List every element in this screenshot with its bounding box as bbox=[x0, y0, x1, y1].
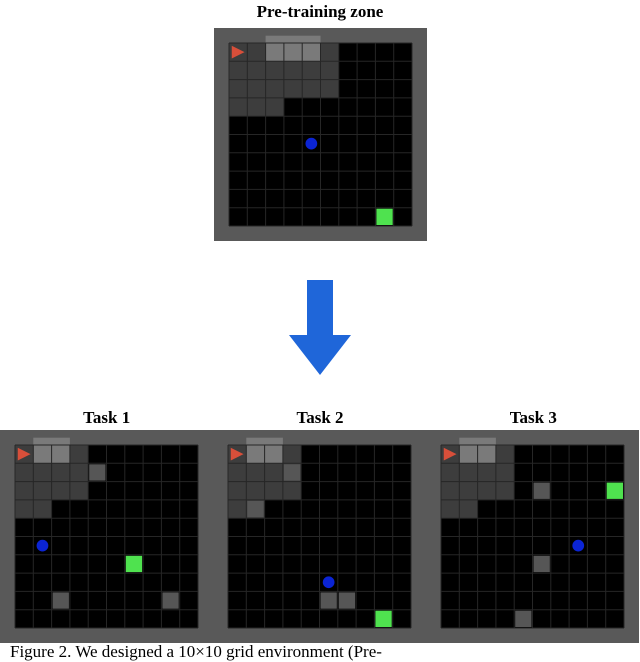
task3-title: Task 3 bbox=[427, 408, 640, 428]
arrow-down-icon bbox=[289, 280, 351, 375]
pretrain-grid bbox=[214, 28, 427, 241]
task2-title: Task 2 bbox=[213, 408, 426, 428]
task1-title: Task 1 bbox=[0, 408, 213, 428]
figure-caption: Figure 2. We designed a 10×10 grid envir… bbox=[10, 642, 630, 662]
task3-grid bbox=[426, 430, 639, 643]
task-title-row: Task 1 Task 2 Task 3 bbox=[0, 408, 640, 428]
task1-grid bbox=[0, 430, 213, 643]
task2-grid bbox=[213, 430, 426, 643]
pretrain-title: Pre-training zone bbox=[0, 2, 640, 22]
task-grid-row bbox=[0, 430, 640, 643]
